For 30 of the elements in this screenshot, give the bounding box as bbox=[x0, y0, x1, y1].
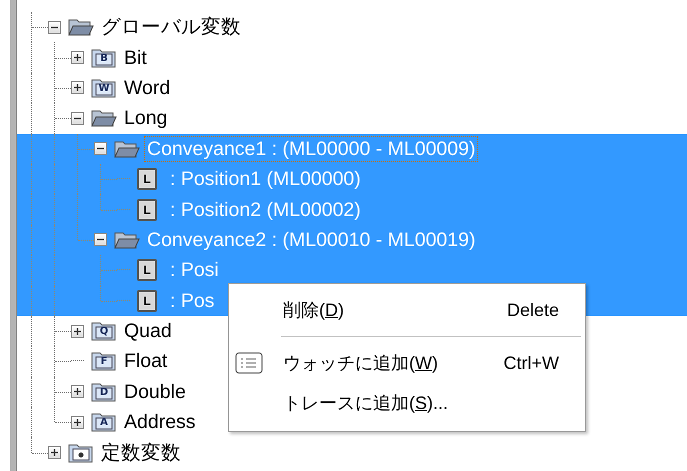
type-letter: A bbox=[99, 417, 109, 430]
shortcut-label: Ctrl+W bbox=[504, 352, 559, 374]
tree-item-label: Conveyance2 : (ML00010 - ML00019) bbox=[146, 228, 476, 253]
menu-item-label: 削除(D) bbox=[283, 299, 344, 322]
tree-item-label: Quad bbox=[123, 319, 173, 344]
tree-item-label: Word bbox=[123, 76, 172, 101]
type-letter: D bbox=[98, 386, 110, 399]
tree-item-label: : Position1 (ML00000) bbox=[169, 167, 362, 192]
tree-item-label: Double bbox=[123, 380, 187, 405]
type-badge: L bbox=[137, 290, 157, 312]
tree-item-label: : Posi bbox=[169, 258, 220, 284]
type-letter: Q bbox=[98, 326, 110, 338]
tree-item-label: Address bbox=[123, 410, 197, 436]
type-badge: L bbox=[137, 198, 157, 221]
shortcut-label: Delete bbox=[506, 300, 559, 320]
tree-item-label: Float bbox=[123, 349, 168, 374]
type-badge: L bbox=[137, 168, 157, 190]
tree-item-label: Conveyance1 : (ML00000 - ML00009) bbox=[144, 136, 478, 162]
tree-item-label: Long bbox=[123, 106, 168, 132]
type-letter: B bbox=[99, 52, 109, 65]
menu-item-label: トレースに追加(S)... bbox=[283, 392, 448, 415]
tree-item-label: Bit bbox=[123, 46, 148, 71]
tree-item-label: : Position2 (ML00002) bbox=[169, 198, 362, 223]
tree-item-label: : Pos bbox=[169, 288, 216, 314]
tree-item-label: グローバル変数 bbox=[100, 15, 242, 40]
type-letter: W bbox=[97, 82, 111, 95]
menu-item-label: ウォッチに追加(W) bbox=[283, 352, 438, 375]
type-badge: L bbox=[137, 259, 157, 282]
tree-item-label: 定数変数 bbox=[100, 440, 182, 466]
type-letter: F bbox=[100, 356, 108, 368]
